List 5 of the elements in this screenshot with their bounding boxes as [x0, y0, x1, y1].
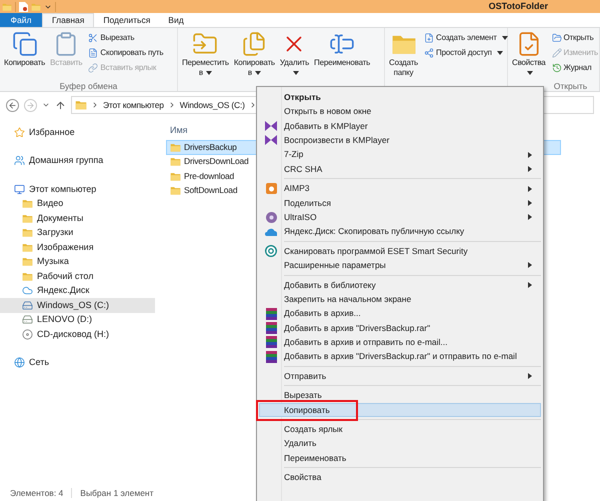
- selection-status: Выбран 1 элемент: [80, 486, 154, 500]
- group-label: Буфер обмена: [60, 81, 118, 91]
- window-title: OSTotoFolder: [488, 0, 549, 13]
- item-count: Элементов: 4: [10, 486, 64, 500]
- group-label: Открыть: [554, 81, 588, 91]
